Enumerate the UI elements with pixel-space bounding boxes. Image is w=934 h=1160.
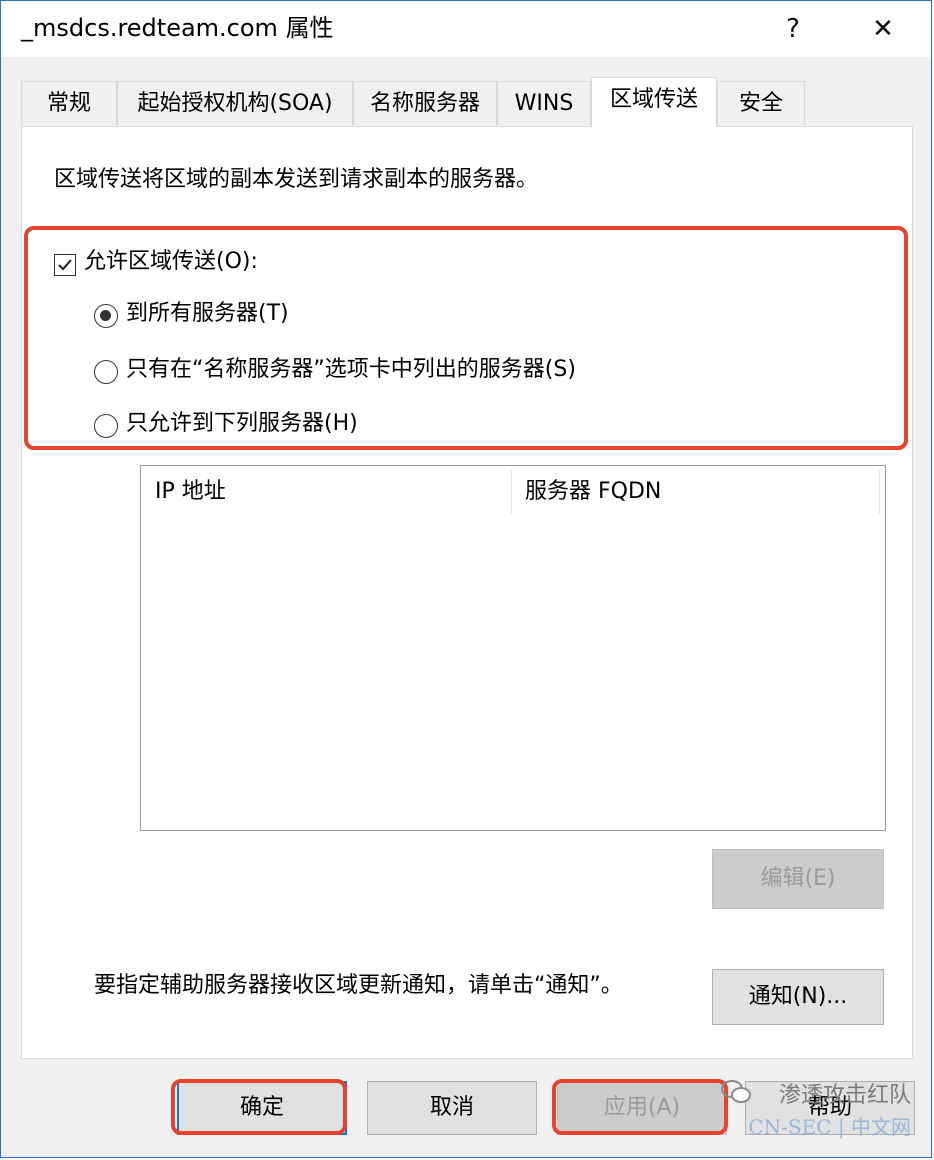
panel-description: 区域传送将区域的副本发送到请求副本的服务器。 — [54, 167, 539, 192]
column-server-fqdn[interactable]: 服务器 FQDN — [511, 466, 879, 518]
tab-security[interactable]: 安全 — [717, 81, 805, 125]
wechat-icon — [721, 1080, 751, 1103]
properties-dialog: _msdcs.redteam.com 属性 ? ✕ 常规 起始授权机构(SOA)… — [0, 0, 932, 1158]
watermark-line2: CN-SEC | 中文网 — [748, 1115, 911, 1139]
cancel-button[interactable]: 取消 — [367, 1081, 537, 1135]
close-icon[interactable]: ✕ — [863, 11, 903, 47]
watermark: 渗透攻击红队 CN-SEC | 中文网 — [721, 1077, 911, 1141]
edit-button[interactable]: 编辑(E) — [712, 849, 884, 909]
server-list[interactable]: IP 地址 服务器 FQDN — [140, 465, 886, 831]
column-ip-address[interactable]: IP 地址 — [141, 466, 511, 518]
help-icon[interactable]: ? — [773, 11, 813, 47]
ok-button[interactable]: 确定 — [177, 1081, 347, 1135]
tab-soa[interactable]: 起始授权机构(SOA) — [117, 81, 353, 125]
radio-all-servers[interactable] — [94, 304, 118, 328]
tab-general[interactable]: 常规 — [21, 81, 117, 125]
column-divider[interactable] — [879, 470, 880, 514]
radio-name-servers-only[interactable] — [94, 360, 118, 384]
radio-name-servers-only-label: 只有在“名称服务器”选项卡中列出的服务器(S) — [126, 357, 576, 382]
tab-wins[interactable]: WINS — [497, 81, 591, 125]
window-title: _msdcs.redteam.com 属性 — [21, 14, 334, 42]
checkmark-icon — [58, 259, 72, 271]
allow-transfer-label: 允许区域传送(O): — [84, 249, 258, 274]
zone-transfer-panel: 区域传送将区域的副本发送到请求副本的服务器。 允许区域传送(O): 到所有服务器… — [21, 126, 913, 1059]
title-bar: _msdcs.redteam.com 属性 ? ✕ — [1, 1, 931, 57]
watermark-line1: 渗透攻击红队 — [778, 1083, 911, 1108]
tab-zone-transfers[interactable]: 区域传送 — [591, 77, 717, 127]
apply-button[interactable]: 应用(A) — [557, 1081, 727, 1135]
radio-all-servers-label: 到所有服务器(T) — [126, 301, 289, 326]
radio-listed-servers-label: 只允许到下列服务器(H) — [126, 411, 358, 436]
allow-transfer-checkbox[interactable] — [54, 254, 76, 276]
radio-selected-dot — [100, 310, 111, 321]
notify-button[interactable]: 通知(N)... — [712, 969, 884, 1025]
radio-listed-servers[interactable] — [94, 414, 118, 438]
notify-hint: 要指定辅助服务器接收区域更新通知，请单击“通知”。 — [94, 973, 623, 998]
tab-name-servers[interactable]: 名称服务器 — [353, 81, 497, 125]
